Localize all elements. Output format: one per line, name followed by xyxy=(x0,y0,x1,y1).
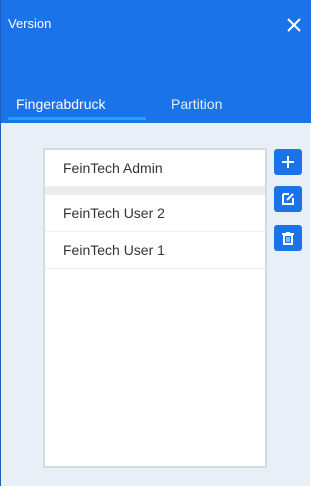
add-button[interactable] xyxy=(274,149,302,175)
list-item-feintech-admin[interactable]: FeinTech Admin xyxy=(45,150,265,187)
dialog-window: Version Fingerabdruck Partition FeinTech… xyxy=(0,0,311,486)
active-tab-indicator xyxy=(8,117,146,120)
list-item-feintech-user-2[interactable]: FeinTech User 2 xyxy=(45,195,265,232)
close-icon xyxy=(287,18,301,32)
window-title: Version xyxy=(8,16,52,31)
delete-button[interactable] xyxy=(274,225,302,251)
dialog-header: Version Fingerabdruck Partition xyxy=(1,0,311,123)
list-separator xyxy=(45,187,265,195)
close-button[interactable] xyxy=(285,16,303,34)
edit-button[interactable] xyxy=(274,186,302,212)
trash-icon xyxy=(282,232,294,245)
tab-bar: Fingerabdruck Partition xyxy=(1,95,311,123)
list-item-feintech-user-1[interactable]: FeinTech User 1 xyxy=(45,232,265,269)
plus-icon xyxy=(282,156,294,168)
tab-partition[interactable]: Partition xyxy=(171,95,222,123)
edit-icon xyxy=(282,193,294,205)
user-list[interactable]: FeinTech Admin FeinTech User 2 FeinTech … xyxy=(43,148,267,468)
